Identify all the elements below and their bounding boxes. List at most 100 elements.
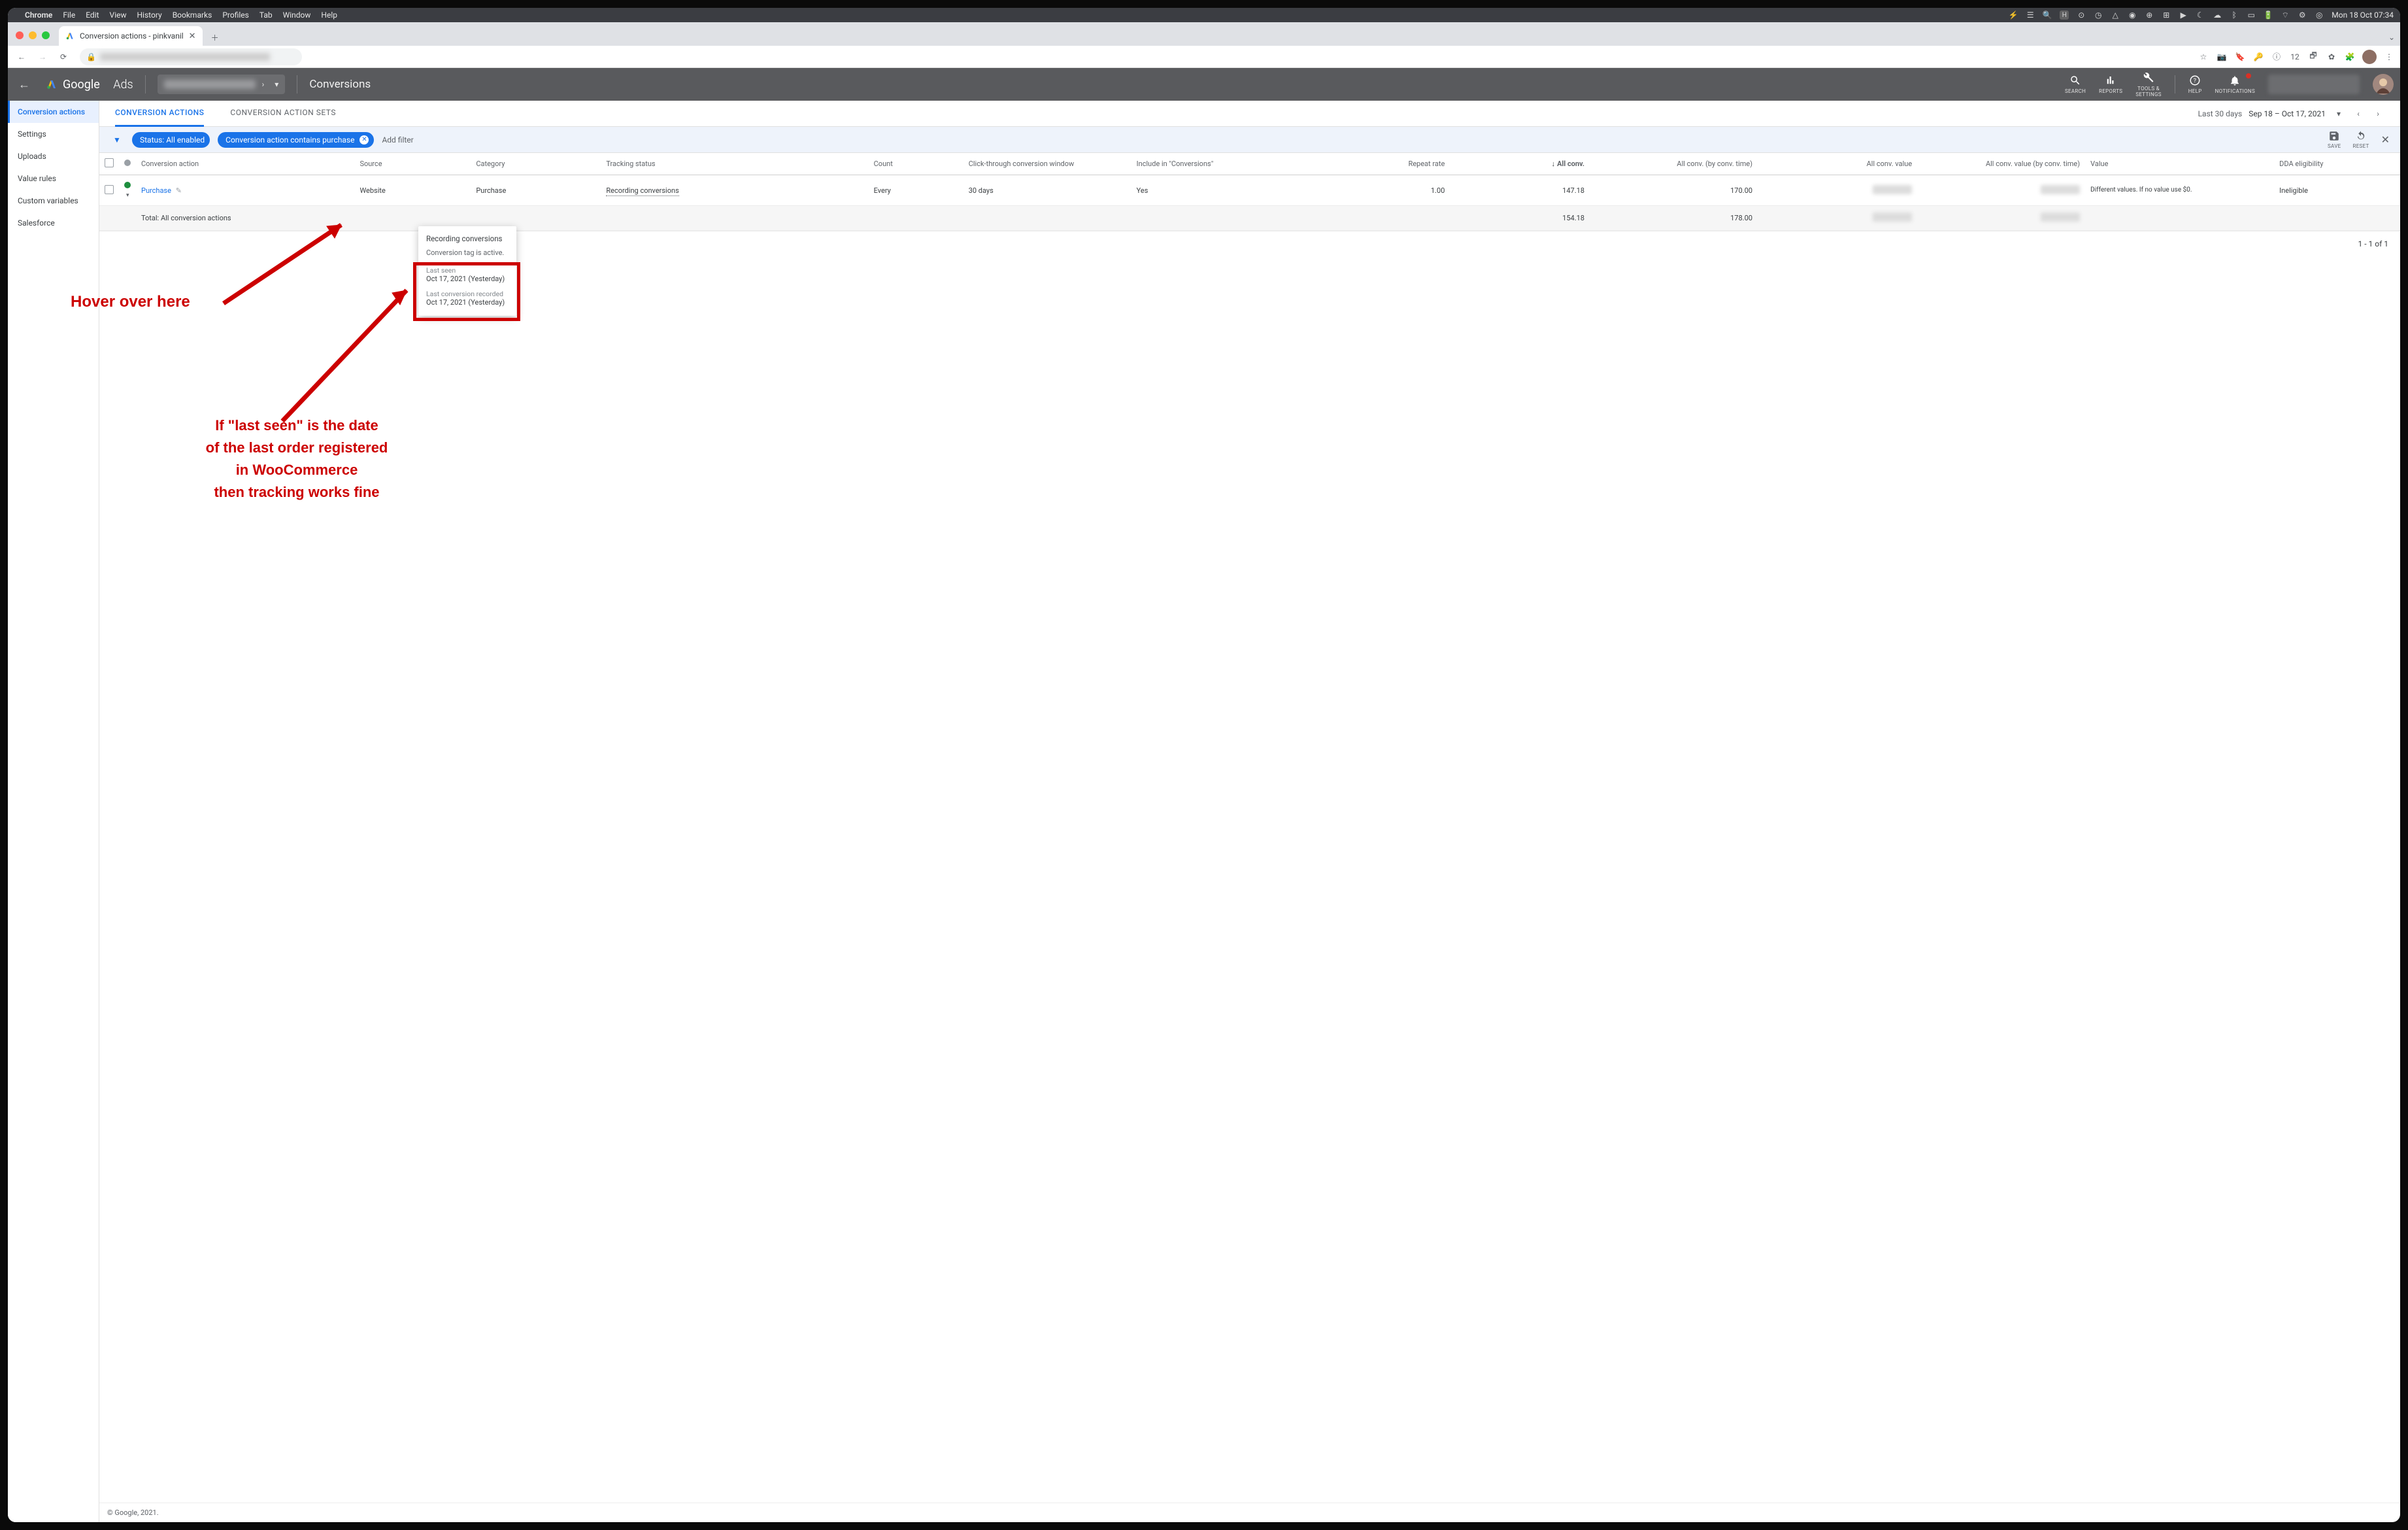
chip-remove-button[interactable]: ✕ (360, 135, 369, 144)
extensions-puzzle-icon[interactable]: 🧩 (2344, 51, 2356, 63)
bookmark-star-icon[interactable]: ☆ (2198, 51, 2209, 63)
filter-chip-status[interactable]: Status: All enabled (132, 132, 210, 148)
date-range-value[interactable]: Sep 18 – Oct 17, 2021 (2249, 109, 2326, 118)
filter-icon[interactable]: ▼ (110, 135, 124, 144)
menu-history[interactable]: History (137, 10, 162, 20)
tab-conversion-action-sets[interactable]: CONVERSION ACTION SETS (230, 101, 336, 127)
status-header-icon[interactable] (124, 160, 131, 166)
sidebar-item-custom-variables[interactable]: Custom variables (8, 190, 99, 212)
sidebar-item-value-rules[interactable]: Value rules (8, 167, 99, 190)
display-icon[interactable]: ▭ (2247, 10, 2256, 20)
menu-file[interactable]: File (63, 10, 75, 20)
tag-icon[interactable]: 🔖 (2234, 51, 2246, 63)
date-next-button[interactable]: › (2371, 107, 2384, 120)
window-close-button[interactable] (16, 31, 24, 39)
col-category[interactable]: Category (471, 153, 601, 175)
gads-back-button[interactable]: ← (14, 78, 34, 92)
header-search-button[interactable]: SEARCH (2065, 75, 2086, 94)
status-dropdown-icon[interactable]: ▾ (126, 192, 129, 199)
table-row[interactable]: ▾ Purchase ✎ Website Purchase Recording … (99, 175, 2400, 206)
browser-menu-button[interactable]: ⋮ (2383, 51, 2395, 63)
col-tracking-status[interactable]: Tracking status (601, 153, 868, 175)
col-all-conv-value[interactable]: All conv. value (1758, 153, 1917, 175)
status-icon[interactable]: ⊙ (2077, 10, 2086, 20)
header-tools-button[interactable]: TOOLS & SETTINGS (2135, 72, 2161, 97)
col-window[interactable]: Click-through conversion window (963, 153, 1131, 175)
status-icon[interactable]: ☰ (2026, 10, 2035, 20)
tabs-dropdown-button[interactable]: ⌄ (2388, 33, 2395, 42)
browser-tab[interactable]: Conversion actions - pinkvanil ✕ (59, 26, 203, 46)
row-checkbox[interactable] (105, 185, 114, 194)
col-all-conv[interactable]: ↓All conv. (1450, 153, 1590, 175)
status-icon[interactable]: △ (2111, 10, 2120, 20)
account-switcher[interactable]: › ▾ (158, 75, 286, 94)
nav-forward-button[interactable]: → (34, 48, 51, 65)
date-prev-button[interactable]: ‹ (2352, 107, 2365, 120)
cloud-icon[interactable]: ☁ (2213, 10, 2222, 20)
camera-icon[interactable]: 📷 (2216, 51, 2228, 63)
select-all-checkbox[interactable] (105, 158, 114, 167)
extension-icon[interactable]: 🗗 (2307, 51, 2319, 63)
save-button[interactable]: SAVE (2328, 130, 2341, 149)
menubar-clock[interactable]: Mon 18 Oct 07:34 (2332, 10, 2394, 20)
col-repeat[interactable]: Repeat rate (1299, 153, 1450, 175)
header-notifications-button[interactable]: NOTIFICATIONS (2215, 75, 2255, 94)
edit-icon[interactable]: ✎ (176, 186, 182, 195)
filter-close-button[interactable]: ✕ (2381, 133, 2390, 146)
sidebar-item-uploads[interactable]: Uploads (8, 145, 99, 167)
col-conversion-action[interactable]: Conversion action (136, 153, 354, 175)
menu-help[interactable]: Help (321, 10, 337, 20)
moon-icon[interactable]: ☾ (2196, 10, 2205, 20)
battery-icon[interactable]: 🔋 (2264, 10, 2273, 20)
menu-window[interactable]: Window (283, 10, 311, 20)
siri-icon[interactable]: ◎ (2315, 10, 2324, 20)
col-include[interactable]: Include in "Conversions" (1131, 153, 1299, 175)
sidebar-item-salesforce[interactable]: Salesforce (8, 212, 99, 234)
tab-close-button[interactable]: ✕ (189, 31, 196, 41)
account-pill[interactable] (2268, 75, 2360, 94)
status-icon[interactable]: ▶ (2179, 10, 2188, 20)
header-reports-button[interactable]: REPORTS (2099, 75, 2122, 94)
col-source[interactable]: Source (354, 153, 471, 175)
key-icon[interactable]: 🔑 (2252, 51, 2264, 63)
search-icon[interactable]: 🔍 (2043, 10, 2052, 20)
menu-profiles[interactable]: Profiles (222, 10, 249, 20)
cell-tracking-status[interactable]: Recording conversions (606, 186, 678, 196)
control-center-icon[interactable]: ⚙ (2298, 10, 2307, 20)
new-tab-button[interactable]: ＋ (207, 29, 224, 46)
info-icon[interactable]: ⓘ (2271, 51, 2283, 63)
extension-icon[interactable]: 12 (2289, 51, 2301, 63)
profile-avatar-icon[interactable] (2362, 50, 2377, 64)
tab-conversion-actions[interactable]: CONVERSION ACTIONS (115, 101, 204, 127)
menu-tab[interactable]: Tab (259, 10, 273, 20)
col-all-conv-value-by-time[interactable]: All conv. value (by conv. time) (1917, 153, 2085, 175)
nav-back-button[interactable]: ← (13, 48, 30, 65)
status-icon[interactable]: ⊕ (2145, 10, 2154, 20)
bluetooth-icon[interactable]: ᛒ (2230, 10, 2239, 20)
chevron-down-icon[interactable]: ▾ (2332, 107, 2345, 120)
status-icon[interactable]: ◉ (2128, 10, 2137, 20)
status-icon[interactable]: ⚡ (2009, 10, 2018, 20)
col-all-conv-by-time[interactable]: All conv. (by conv. time) (1590, 153, 1758, 175)
user-avatar[interactable] (2373, 74, 2394, 95)
filter-chip-query[interactable]: Conversion action contains purchase ✕ (218, 132, 374, 148)
header-help-button[interactable]: ? HELP (2188, 75, 2202, 94)
omnibox[interactable]: 🔒 (80, 48, 302, 65)
col-value[interactable]: Value (2085, 153, 2274, 175)
sidebar-item-conversion-actions[interactable]: Conversion actions (8, 101, 99, 123)
menu-bookmarks[interactable]: Bookmarks (173, 10, 212, 20)
extension-icon[interactable]: ✿ (2326, 51, 2337, 63)
sidebar-item-settings[interactable]: Settings (8, 123, 99, 145)
conversion-name-link[interactable]: Purchase (141, 186, 171, 195)
col-dda[interactable]: DDA eligibility (2274, 153, 2400, 175)
google-ads-logo[interactable]: Google Ads (46, 78, 133, 92)
menu-edit[interactable]: Edit (86, 10, 99, 20)
nav-reload-button[interactable]: ⟳ (55, 48, 72, 65)
status-icon[interactable]: H (2060, 10, 2069, 20)
col-count[interactable]: Count (869, 153, 963, 175)
menu-view[interactable]: View (110, 10, 127, 20)
window-minimize-button[interactable] (29, 31, 37, 39)
status-icon[interactable]: ⊞ (2162, 10, 2171, 20)
add-filter-button[interactable]: Add filter (382, 135, 413, 144)
menu-app-name[interactable]: Chrome (25, 10, 52, 20)
